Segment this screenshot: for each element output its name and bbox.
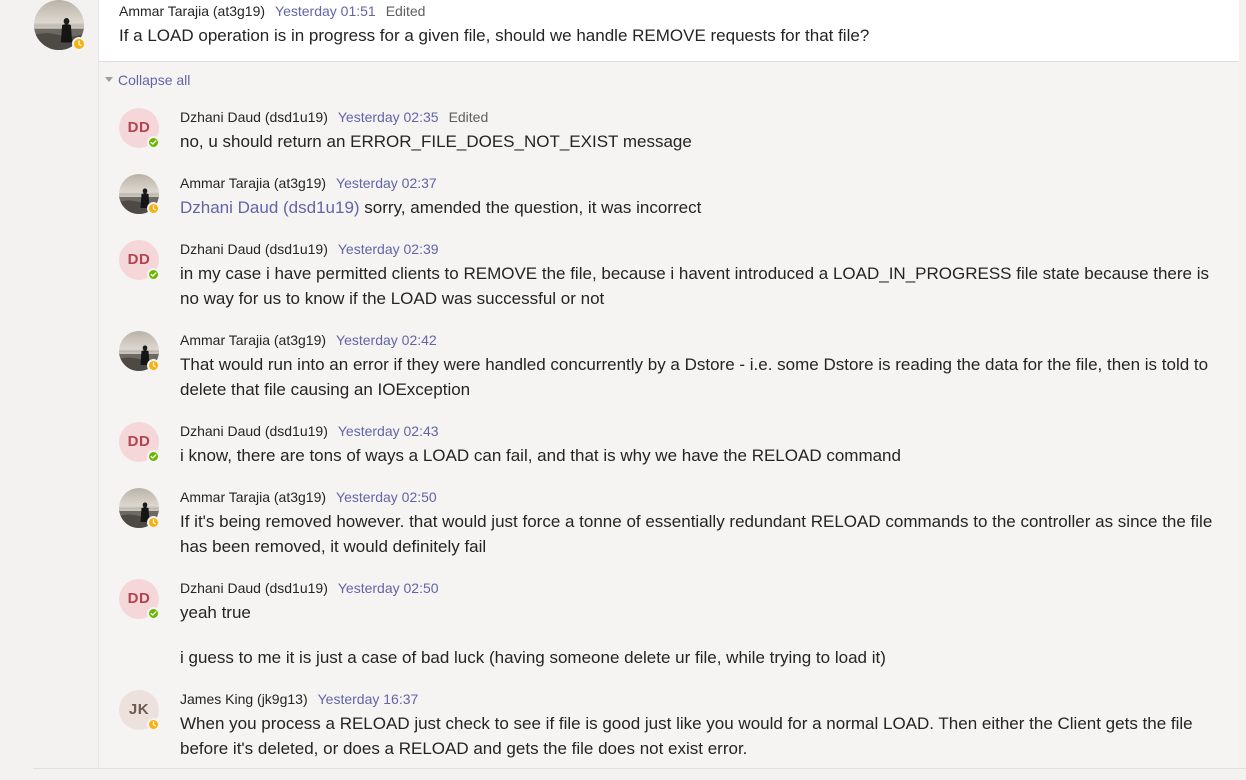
available-status-icon — [147, 136, 160, 149]
away-status-icon — [147, 718, 160, 731]
message-header: Ammar Tarajia (at3g19) Yesterday 01:51 Edi… — [119, 2, 869, 20]
thread-bottom-edge — [33, 768, 1246, 780]
message-text: That would run into an error if they wer… — [180, 355, 1209, 399]
available-status-icon — [147, 607, 160, 620]
message-text: When you process a RELOAD just check to … — [180, 714, 1193, 758]
message-text: i know, there are tons of ways a LOAD ca… — [180, 446, 901, 465]
message-header: James King (jk9g13) Yesterday 16:37 — [180, 690, 1225, 708]
timestamp[interactable]: Yesterday 16:37 — [318, 691, 419, 707]
author-name[interactable]: Ammar Tarajia (at3g19) — [180, 332, 326, 348]
message-text: Dzhani Daud (dsd1u19) sorry, amended the… — [180, 195, 1225, 220]
message-header: Ammar Tarajia (at3g19) Yesterday 02:42 — [180, 331, 1225, 349]
away-status-icon — [147, 359, 160, 372]
timestamp[interactable]: Yesterday 02:42 — [336, 332, 437, 348]
avatar[interactable]: DD — [119, 108, 163, 150]
avatar[interactable]: DD — [119, 422, 163, 464]
available-status-icon — [147, 268, 160, 281]
collapse-all-button[interactable]: Collapse all — [105, 71, 190, 89]
author-name[interactable]: Dzhani Daud (dsd1u19) — [180, 241, 328, 257]
timestamp[interactable]: Yesterday 01:51 — [275, 3, 376, 19]
message-text-rest: sorry, amended the question, it was inco… — [359, 198, 702, 217]
mention-link[interactable]: Dzhani Daud (dsd1u19) — [180, 198, 360, 217]
away-status-icon — [147, 516, 160, 529]
avatar[interactable]: DD — [119, 240, 163, 282]
timestamp[interactable]: Yesterday 02:35 — [338, 109, 439, 125]
message-header: Ammar Tarajia (at3g19) Yesterday 02:37 — [180, 174, 1225, 192]
author-name[interactable]: Dzhani Daud (dsd1u19) — [180, 109, 328, 125]
message-header: Dzhani Daud (dsd1u19) Yesterday 02:35 Edit… — [180, 108, 1225, 126]
triangle-down-icon — [105, 77, 113, 82]
author-name[interactable]: Ammar Tarajia (at3g19) — [119, 3, 265, 19]
message-text: in my case i have permitted clients to R… — [180, 264, 1209, 308]
avatar[interactable] — [119, 488, 163, 530]
message-header: Dzhani Daud (dsd1u19) Yesterday 02:50 — [180, 579, 1225, 597]
collapse-all-label: Collapse all — [118, 72, 191, 88]
away-status-icon — [147, 202, 160, 215]
author-name[interactable]: Dzhani Daud (dsd1u19) — [180, 580, 328, 596]
avatar[interactable] — [119, 331, 163, 373]
message-text: no, u should return an ERROR_FILE_DOES_N… — [180, 132, 692, 151]
avatar[interactable] — [119, 174, 163, 216]
author-name[interactable]: James King (jk9g13) — [180, 691, 308, 707]
edited-label: Edited — [385, 3, 426, 19]
avatar[interactable]: DD — [119, 579, 163, 621]
timestamp[interactable]: Yesterday 02:50 — [338, 580, 439, 596]
timestamp[interactable]: Yesterday 02:43 — [338, 423, 439, 439]
message-text: If a LOAD operation is in progress for a… — [119, 26, 870, 45]
avatar[interactable]: JK — [119, 690, 163, 732]
timestamp[interactable]: Yesterday 02:39 — [338, 241, 439, 257]
root-message[interactable]: Ammar Tarajia (at3g19) Yesterday 01:51 Edi… — [99, 0, 1239, 62]
conversation-thread: Ammar Tarajia (at3g19) Yesterday 01:51 Edi… — [98, 0, 1239, 768]
message-text-paragraph-2: i guess to me it is just a case of bad l… — [180, 648, 886, 667]
author-name[interactable]: Ammar Tarajia (at3g19) — [180, 489, 326, 505]
edited-label: Edited — [448, 109, 489, 125]
message-header: Ammar Tarajia (at3g19) Yesterday 02:50 — [180, 488, 1225, 506]
message-text: If it's being removed however. that woul… — [180, 512, 1213, 556]
message-header: Dzhani Daud (dsd1u19) Yesterday 02:43 — [180, 422, 1225, 440]
message-text: yeah true — [180, 603, 251, 622]
available-status-icon — [147, 450, 160, 463]
message-header: Dzhani Daud (dsd1u19) Yesterday 02:39 — [180, 240, 1225, 258]
author-name[interactable]: Ammar Tarajia (at3g19) — [180, 175, 326, 191]
timestamp[interactable]: Yesterday 02:37 — [336, 175, 437, 191]
timestamp[interactable]: Yesterday 02:50 — [336, 489, 437, 505]
author-name[interactable]: Dzhani Daud (dsd1u19) — [180, 423, 328, 439]
away-status-icon — [72, 37, 86, 51]
avatar[interactable] — [34, 0, 86, 51]
